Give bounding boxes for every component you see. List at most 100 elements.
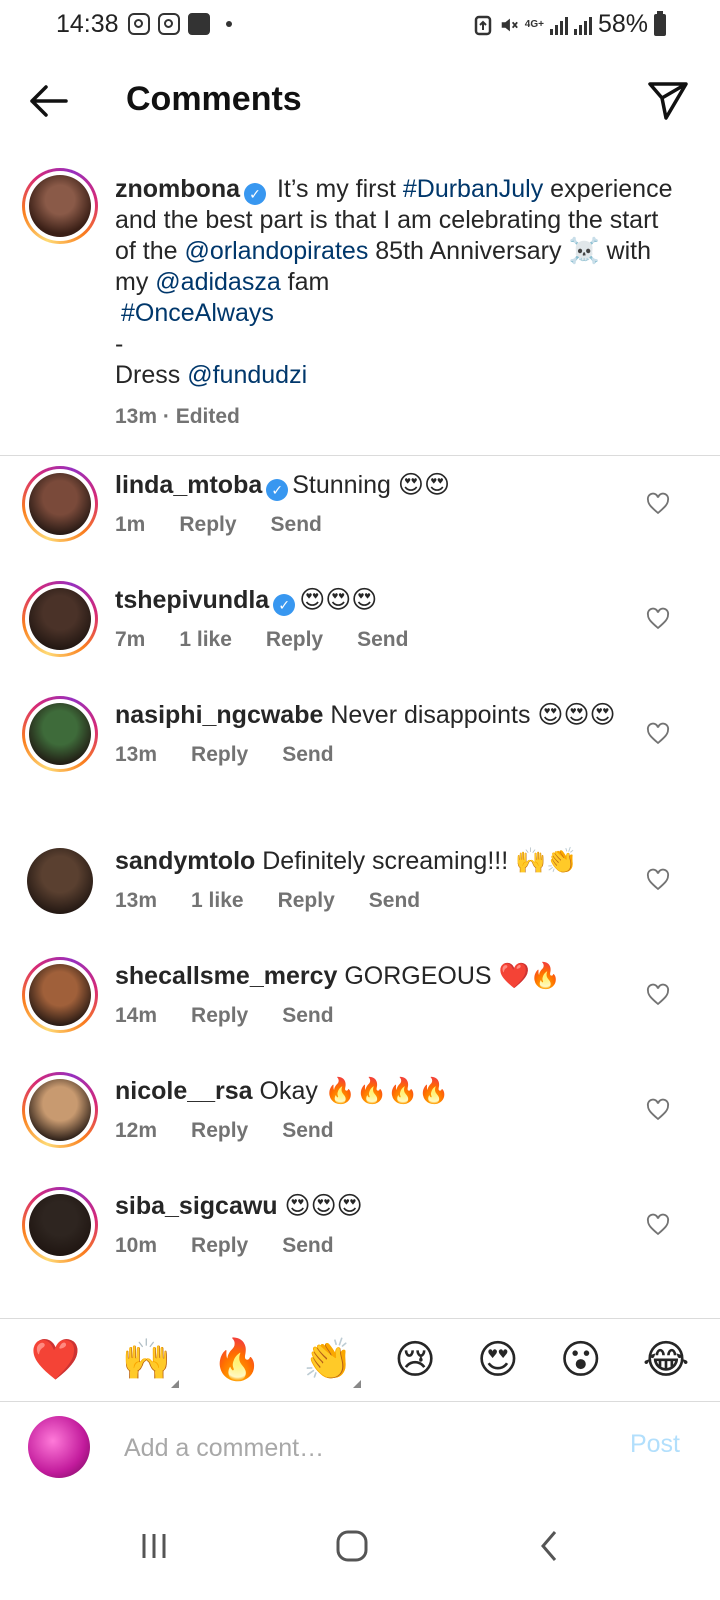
comment-username[interactable]: nasiphi_ngcwabe — [115, 701, 323, 729]
avatar[interactable] — [22, 1187, 98, 1263]
send-button[interactable]: Send — [357, 624, 408, 655]
caption-username[interactable]: znombona — [115, 175, 240, 203]
avatar[interactable] — [22, 957, 98, 1033]
header: Comments — [0, 62, 720, 138]
heart-eyes-emoji: 😍 — [477, 1337, 519, 1383]
instagram-notification-icon — [158, 13, 180, 35]
battery-icon — [654, 10, 666, 36]
comment-username[interactable]: tshepivundla — [115, 586, 269, 614]
avatar[interactable] — [22, 696, 98, 772]
comment-body: linda_mtoba ✓ Stunning 😍😍 1m Reply Send — [115, 470, 625, 540]
verified-icon: ✓ — [266, 479, 289, 501]
more-notifications-dot — [226, 21, 232, 27]
heart-outline-icon[interactable] — [646, 607, 670, 631]
caption-time: 13m — [115, 405, 158, 428]
comment-username[interactable]: siba_sigcawu — [115, 1192, 278, 1220]
emoji-fire-button[interactable]: 🔥 — [212, 1336, 262, 1384]
dress-mention-link[interactable]: @fundudzi — [187, 361, 307, 389]
reply-button[interactable]: Reply — [191, 739, 248, 770]
comment-username[interactable]: linda_mtoba — [115, 471, 262, 499]
emoji-tears-of-joy-button[interactable]: 😂 — [643, 1336, 690, 1384]
reply-button[interactable]: Reply — [278, 885, 335, 916]
reply-button[interactable]: Reply — [191, 1115, 248, 1146]
hashtag-link[interactable]: #OnceAlways — [121, 299, 274, 327]
emoji-raising-hands-button[interactable]: 🙌 — [121, 1336, 180, 1388]
comment-likes[interactable]: 1 like — [191, 885, 244, 916]
reply-button[interactable]: Reply — [179, 509, 236, 540]
emoji-heart-button[interactable]: ❤️ — [31, 1336, 81, 1384]
send-button[interactable]: Send — [282, 739, 333, 770]
comment-username[interactable]: nicole__rsa — [115, 1077, 253, 1105]
back-arrow-icon[interactable] — [22, 76, 72, 126]
back-nav-icon[interactable] — [530, 1526, 570, 1566]
comment-body: siba_sigcawu 😍😍😍 10m Reply Send — [115, 1191, 625, 1261]
send-icon[interactable] — [644, 76, 692, 124]
caption-link[interactable]: @adidasza — [155, 268, 280, 296]
comment-body: sandymtolo Definitely screaming!!! 🙌👏 13m… — [115, 846, 625, 916]
skin-tone-indicator — [353, 1380, 362, 1388]
surprised-emoji: 😮 — [559, 1337, 602, 1383]
caption-link[interactable]: #DurbanJuly — [403, 175, 543, 203]
heart-outline-icon[interactable] — [646, 722, 670, 746]
caption-text-segment: fam — [280, 268, 330, 296]
home-icon[interactable] — [332, 1526, 372, 1566]
emoji-reaction-bar: ❤️ 🙌 🔥 👏 😢 😍 😮 😂 — [0, 1318, 720, 1402]
send-button[interactable]: Send — [282, 1000, 333, 1031]
comment-time: 7m — [115, 628, 146, 651]
network-type: 4G+ — [524, 18, 544, 30]
avatar[interactable] — [22, 581, 98, 657]
reply-button[interactable]: Reply — [191, 1230, 248, 1261]
heart-emoji: ❤️ — [30, 1337, 81, 1383]
add-comment-bar: Post — [0, 1402, 720, 1498]
verified-icon: ✓ — [273, 594, 296, 616]
fire-emoji: 🔥 — [212, 1337, 263, 1383]
comment-meta: 1m Reply Send — [115, 509, 625, 540]
system-nav-bar — [0, 1498, 720, 1600]
signal-icon — [549, 15, 568, 35]
heart-outline-icon[interactable] — [646, 1213, 670, 1237]
caption-link[interactable]: @orlandopirates — [185, 237, 369, 265]
post-caption: znombona ✓ It’s my first #DurbanJuly expe… — [0, 168, 720, 456]
post-button[interactable]: Post — [630, 1430, 680, 1459]
reply-button[interactable]: Reply — [191, 1000, 248, 1031]
emoji-crying-button[interactable]: 😢 — [394, 1336, 436, 1384]
reply-button[interactable]: Reply — [266, 624, 323, 655]
send-button[interactable]: Send — [282, 1230, 333, 1261]
avatar[interactable] — [27, 848, 93, 914]
comment-username[interactable]: shecallsme_mercy — [115, 962, 337, 990]
comment-likes[interactable]: 1 like — [179, 624, 232, 655]
battery-percent: 58% — [597, 10, 648, 38]
battery-saver-icon — [474, 15, 492, 35]
send-button[interactable]: Send — [282, 1115, 333, 1146]
heart-outline-icon[interactable] — [646, 1098, 670, 1122]
avatar[interactable] — [22, 1072, 98, 1148]
comment-body: nicole__rsa Okay 🔥🔥🔥🔥 12m Reply Send — [115, 1076, 625, 1146]
instagram-notification-icon — [128, 13, 150, 35]
status-bar: 14:38 4G+ 58% — [0, 0, 720, 52]
comment-meta: 13m 1 like Reply Send — [115, 885, 625, 916]
heart-outline-icon[interactable] — [646, 492, 670, 516]
skin-tone-indicator — [171, 1380, 180, 1388]
status-indicators: 4G+ 58% — [473, 10, 666, 39]
send-button[interactable]: Send — [271, 509, 322, 540]
emoji-clapping-button[interactable]: 👏 — [303, 1336, 362, 1388]
emoji-surprised-button[interactable]: 😮 — [560, 1336, 602, 1384]
comment-text: 😍😍😍 — [299, 586, 378, 614]
comment-username[interactable]: sandymtolo — [115, 847, 255, 875]
heart-outline-icon[interactable] — [646, 868, 670, 892]
heart-outline-icon[interactable] — [646, 983, 670, 1007]
status-time: 14:38 — [56, 10, 119, 38]
raising-hands-emoji: 🙌 — [121, 1337, 172, 1383]
comment-time: 10m — [115, 1234, 158, 1257]
tears-of-joy-emoji: 😂 — [642, 1337, 690, 1383]
avatar[interactable] — [22, 466, 98, 542]
comment-input[interactable] — [124, 1426, 574, 1470]
comment-time: 14m — [115, 1004, 158, 1027]
recent-apps-icon[interactable] — [134, 1526, 174, 1566]
emoji-heart-eyes-button[interactable]: 😍 — [477, 1336, 519, 1384]
page-title: Comments — [126, 80, 302, 118]
gallery-notification-icon — [188, 13, 210, 35]
send-button[interactable]: Send — [369, 885, 420, 916]
mute-icon — [501, 18, 518, 31]
avatar[interactable] — [22, 168, 98, 244]
